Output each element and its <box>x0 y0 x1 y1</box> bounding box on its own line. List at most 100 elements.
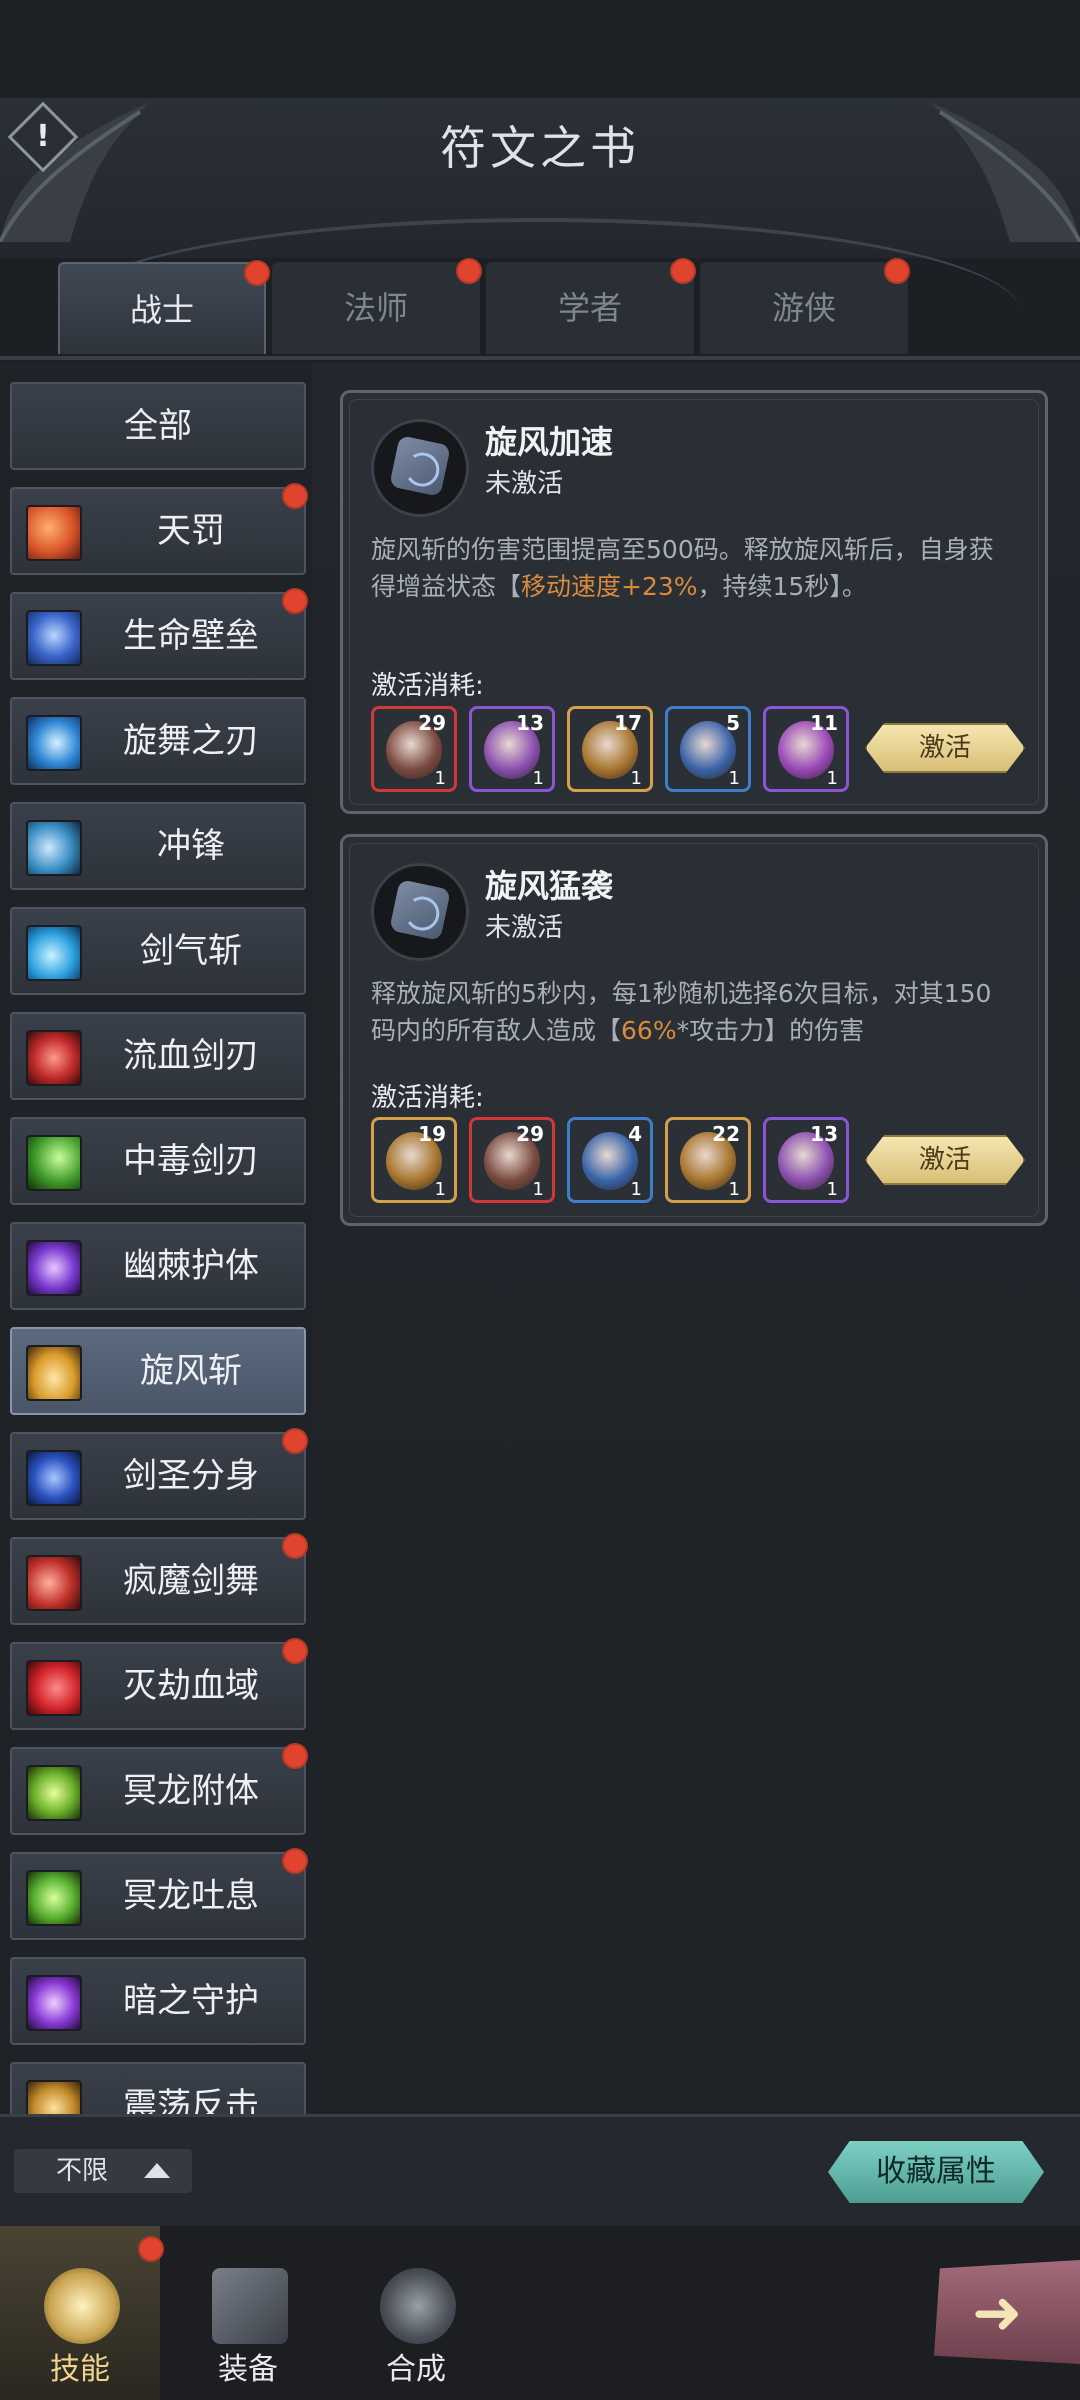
tab-scholar[interactable]: 学者 <box>486 258 696 354</box>
sidebar-item-shock-counter[interactable]: 震荡反击 <box>10 2062 306 2114</box>
rune-count: 13 <box>516 711 544 735</box>
nav-label: 技能 <box>50 2352 110 2387</box>
cost-label: 激活消耗: <box>371 671 484 701</box>
sidebar-item-charge[interactable]: 冲锋 <box>10 802 306 890</box>
tab-label: 战士 <box>129 291 194 329</box>
thorn-guard-icon <box>26 1240 82 1296</box>
dark-guard-icon <box>26 1975 82 2031</box>
notification-dot <box>138 2236 164 2262</box>
filter-bar: 不限 收藏属性 <box>0 2114 1080 2227</box>
clone-icon <box>26 1450 82 1506</box>
sidebar-item-whirlwind[interactable]: 旋风斩 <box>10 1327 306 1415</box>
sidebar-item-dark-guard[interactable]: 暗之守护 <box>10 1957 306 2045</box>
tab-label: 法师 <box>343 289 408 327</box>
filter-label: 不限 <box>56 2156 109 2186</box>
sidebar-item-label: 剑气斩 <box>140 931 242 971</box>
rune-cost-item[interactable]: 13 1 <box>763 1117 849 1203</box>
tab-ranger[interactable]: 游侠 <box>700 258 910 354</box>
tab-label: 游侠 <box>771 289 836 327</box>
tab-mage[interactable]: 法师 <box>272 258 482 354</box>
dragon-possess-icon <box>26 1765 82 1821</box>
notification-dot <box>282 1533 308 1559</box>
rune-required: 1 <box>630 1179 642 1200</box>
rune-cost-item[interactable]: 11 1 <box>763 706 849 792</box>
notification-dot <box>282 1848 308 1874</box>
sidebar-item-life-barrier[interactable]: 生命壁垒 <box>10 588 308 680</box>
bleed-blade-icon <box>26 1030 82 1086</box>
sidebar-item-label: 剑圣分身 <box>123 1456 259 1496</box>
rune-count: 29 <box>418 711 446 735</box>
nav-skills[interactable]: 技能 <box>0 2226 164 2400</box>
sidebar-item-sword-qi[interactable]: 剑气斩 <box>10 907 306 995</box>
sidebar-item-poison-blade[interactable]: 中毒剑刃 <box>10 1117 306 1205</box>
synthesis-icon <box>380 2268 456 2344</box>
status-area <box>0 0 1080 100</box>
rune-cost-item[interactable]: 29 1 <box>371 706 457 792</box>
sidebar-item-label: 全部 <box>124 406 192 446</box>
rune-count: 11 <box>810 711 838 735</box>
rune-required: 1 <box>630 768 642 789</box>
sidebar-item-dragon-possess[interactable]: 冥龙附体 <box>10 1743 308 1835</box>
rune-name: 旋风加速 <box>485 423 614 461</box>
sidebar-item-blood-domain[interactable]: 灭劫血域 <box>10 1638 308 1730</box>
activate-button[interactable]: 激活 <box>865 1135 1025 1185</box>
tab-divider <box>0 356 1080 360</box>
notification-dot <box>282 1428 308 1454</box>
charge-icon <box>26 820 82 876</box>
poison-blade-icon <box>26 1135 82 1191</box>
sidebar-item-all[interactable]: 全部 <box>10 382 306 470</box>
rune-count: 5 <box>726 711 740 735</box>
sidebar-item-label: 冥龙吐息 <box>123 1876 259 1916</box>
sidebar-item-whirl-blade[interactable]: 旋舞之刃 <box>10 697 306 785</box>
whirlwind-icon <box>26 1345 82 1401</box>
sidebar-item-frenzy-dance[interactable]: 疯魔剑舞 <box>10 1533 308 1625</box>
rune-cost-item[interactable]: 13 1 <box>469 706 555 792</box>
sidebar-item-label: 生命壁垒 <box>123 616 259 656</box>
notification-dot <box>282 588 308 614</box>
next-button[interactable]: ➜ <box>934 2260 1080 2364</box>
notification-dot <box>244 260 270 286</box>
rune-cost-item[interactable]: 41 <box>567 1117 653 1203</box>
sidebar-item-label: 灭劫血域 <box>123 1666 259 1706</box>
rune-cost-item[interactable]: 22 1 <box>665 1117 751 1203</box>
sidebar-item-label: 幽棘护体 <box>123 1246 259 1286</box>
rune-cost-item[interactable]: 51 <box>665 706 751 792</box>
sidebar-item-label: 震荡反击 <box>123 2086 259 2114</box>
rune-required: 1 <box>434 1179 446 1200</box>
tab-label: 学者 <box>557 289 622 327</box>
nav-synthesis[interactable]: 合成 <box>336 2226 496 2400</box>
rune-cost-item[interactable]: 17 1 <box>567 706 653 792</box>
nav-equipment[interactable]: 装备 <box>168 2226 328 2400</box>
caret-up-icon <box>144 2163 170 2178</box>
notification-dot <box>282 1638 308 1664</box>
rune-required: 1 <box>826 1179 838 1200</box>
sidebar-item-clone[interactable]: 剑圣分身 <box>10 1428 308 1520</box>
collect-attributes-button[interactable]: 收藏属性 <box>828 2141 1044 2203</box>
arrow-right-icon: ➜ <box>972 2278 1023 2348</box>
rune-status: 未激活 <box>485 913 564 943</box>
activate-button[interactable]: 激活 <box>865 723 1025 773</box>
sidebar-item-dragon-breath[interactable]: 冥龙吐息 <box>10 1848 308 1940</box>
rune-cost-item[interactable]: 19 1 <box>371 1117 457 1203</box>
cost-label: 激活消耗: <box>371 1083 484 1113</box>
rune-description: 释放旋风斩的5秒内，每1秒随机选择6次目标，对其150码内的所有敌人造成【66%… <box>371 975 1011 1049</box>
rune-cost-item[interactable]: 29 1 <box>469 1117 555 1203</box>
whirlwind-rune-icon <box>371 419 469 517</box>
skill-sidebar[interactable]: 全部 天罚 生命壁垒 旋舞之刃 冲锋 剑气斩 流血剑刃 中毒剑刃 幽棘护体 旋风… <box>0 362 312 2114</box>
sidebar-item-thorn-guard[interactable]: 幽棘护体 <box>10 1222 306 1310</box>
rune-required: 1 <box>434 768 446 789</box>
equipment-icon <box>212 2268 288 2344</box>
rune-required: 1 <box>728 1179 740 1200</box>
sidebar-item-bleed-blade[interactable]: 流血剑刃 <box>10 1012 306 1100</box>
page-title: 符文之书 <box>440 121 640 175</box>
rune-count: 19 <box>418 1122 446 1146</box>
sidebar-item-label: 暗之守护 <box>123 1981 259 2021</box>
blood-domain-icon <box>26 1660 82 1716</box>
filter-dropdown[interactable]: 不限 <box>14 2149 192 2193</box>
rune-required: 1 <box>728 768 740 789</box>
life-barrier-icon <box>26 610 82 666</box>
tab-warrior[interactable]: 战士 <box>58 260 270 354</box>
sword-icon <box>44 2268 120 2344</box>
sidebar-item-label: 天罚 <box>157 511 225 551</box>
sidebar-item-heaven-punish[interactable]: 天罚 <box>10 483 308 575</box>
